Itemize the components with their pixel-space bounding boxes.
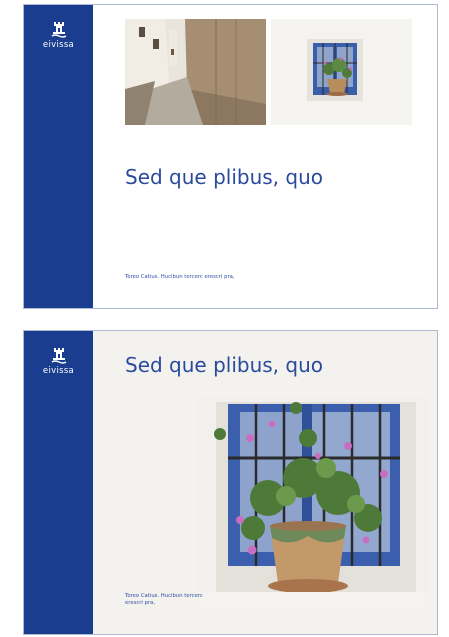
- old-town-street-photo: [125, 19, 266, 125]
- slide-2: eivissa Sed que plibus, quo Toreo Catius…: [23, 330, 438, 635]
- brand-sidebar: eivissa: [24, 331, 93, 634]
- slide-title: Sed que plibus, quo: [125, 165, 324, 189]
- logo-wordmark: eivissa: [42, 366, 75, 376]
- slide-footer: Toreo Catius. Hucibun tercerc erescri pr…: [125, 593, 203, 606]
- window-flowerpot-photo-large: [198, 398, 428, 613]
- logo-wordmark: eivissa: [42, 40, 75, 50]
- eivissa-logo: eivissa: [24, 21, 93, 50]
- castle-icon: [51, 22, 66, 38]
- slide-1: eivissa Sed que plibus, quo Toreo Catius…: [23, 4, 438, 309]
- window-flowerpot-photo: [271, 19, 412, 125]
- castle-icon: [51, 348, 66, 364]
- slide-footer: Toreo Catius. Hucibun tercerc erescri pr…: [125, 274, 235, 280]
- brand-sidebar: eivissa: [24, 5, 93, 308]
- slide-title: Sed que plibus, quo: [125, 353, 324, 377]
- eivissa-logo: eivissa: [24, 347, 93, 376]
